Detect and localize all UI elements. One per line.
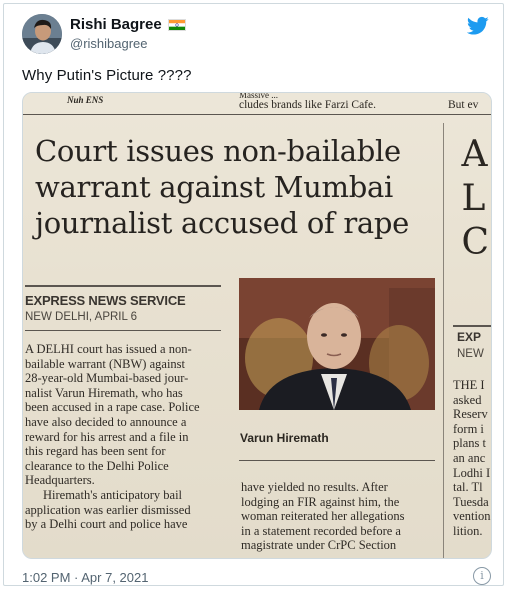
byline: EXPRESS NEWS SERVICE	[25, 293, 186, 308]
newspaper-top-strip: Nuh ENS Massive ... cludes brands like F…	[23, 93, 491, 113]
article-line: by a Delhi court and police have	[25, 517, 188, 532]
adjacent-headline-letter: C	[461, 222, 489, 263]
article-line: Tuesda	[453, 494, 489, 509]
article-line: Lodhi I	[453, 465, 491, 480]
article-line: have also decided to announce a	[25, 414, 187, 429]
article-line: Headquarters.	[25, 473, 95, 488]
article-line: plans t	[453, 436, 486, 451]
article-line: have yielded no results. After	[241, 480, 388, 494]
portrait-photo-icon	[239, 278, 435, 410]
right-dateline: NEW	[457, 348, 484, 360]
article-line: A DELHI court has issued a non-	[25, 342, 192, 356]
article-line: been accused in a rape case. Police	[25, 400, 200, 415]
headline-line: Court issues non-bailable	[35, 134, 401, 168]
byline-rule	[25, 285, 221, 287]
article-line: magistrate under CrPC Section	[241, 538, 397, 553]
newspaper-clipping: Nuh ENS Massive ... cludes brands like F…	[23, 93, 491, 558]
caption-rule	[239, 460, 435, 461]
article-line: Reserv	[453, 407, 488, 422]
adjacent-headline: A L C	[461, 133, 489, 265]
user-avatar-icon	[22, 14, 62, 54]
twitter-bird-icon[interactable]	[467, 16, 489, 36]
article-line: application was earlier dismissed	[25, 502, 191, 517]
user-handle[interactable]: @rishibagree	[70, 36, 148, 51]
article-line: clearance to the Delhi Police	[25, 458, 169, 473]
newspaper-top-left: Nuh ENS	[67, 95, 104, 105]
article-line: nalist Varun Hiremath, who has	[25, 385, 183, 400]
article-line: tal. Tl	[453, 480, 483, 495]
tweet-text: Why Putin's Picture ????	[22, 67, 192, 84]
column-divider	[443, 123, 444, 558]
article-line: in a statement recorded before a	[241, 523, 401, 538]
tweet-timestamp[interactable]: 1:02 PM · Apr 7, 2021	[22, 570, 148, 585]
article-line: an anc	[453, 450, 486, 465]
article-line: woman reiterated her allegations	[241, 509, 405, 524]
article-line: vention	[453, 509, 491, 524]
article-line: form i	[453, 421, 484, 436]
dateline-rule	[25, 330, 221, 331]
article-line: lodging an FIR against him, the	[241, 494, 400, 509]
headline-line: warrant against Mumbai	[35, 170, 393, 204]
right-byline: EXP	[457, 330, 482, 344]
tweet-media-image[interactable]: Nuh ENS Massive ... cludes brands like F…	[22, 92, 492, 559]
article-column-2: have yielded no results. After lodging a…	[241, 480, 404, 553]
name-row: Rishi Bagree	[70, 16, 186, 33]
article-line: lition.	[453, 523, 483, 538]
newspaper-rule	[23, 114, 491, 115]
display-name[interactable]: Rishi Bagree	[70, 16, 162, 33]
article-line: 28-year-old Mumbai-based jour-	[25, 371, 189, 386]
tweet-card[interactable]: Rishi Bagree @rishibagree Why Putin's Pi…	[3, 3, 504, 586]
newspaper-headline: Court issues non-bailable warrant agains…	[35, 133, 409, 241]
india-flag-icon	[167, 18, 186, 31]
newspaper-top-mid-2: cludes brands like Farzi Cafe.	[239, 99, 376, 111]
right-byline-rule	[453, 325, 491, 327]
headline-line: journalist accused of rape	[35, 206, 410, 240]
photo-caption: Varun Hiremath	[240, 431, 329, 445]
info-icon[interactable]: i	[473, 567, 491, 585]
article-photo	[239, 278, 435, 410]
adjacent-headline-letter: A	[461, 134, 488, 175]
article-column-1: A DELHI court has issued a non- bailable…	[25, 342, 200, 532]
newspaper-top-right: But ev	[448, 99, 479, 111]
article-line: asked	[453, 392, 482, 407]
article-line: THE I	[453, 378, 485, 392]
article-line: this regard has been sent for	[25, 444, 166, 459]
avatar[interactable]	[22, 14, 62, 54]
article-line: Hiremath's anticipatory bail	[43, 487, 183, 502]
article-line: bailable warrant (NBW) against	[25, 356, 186, 371]
adjacent-headline-letter: L	[461, 178, 486, 219]
dateline: NEW DELHI, APRIL 6	[25, 311, 138, 323]
article-column-3: THE I asked Reserv form i plans t an anc…	[453, 378, 491, 539]
article-line: reward for his arrest and a file in	[25, 429, 189, 444]
